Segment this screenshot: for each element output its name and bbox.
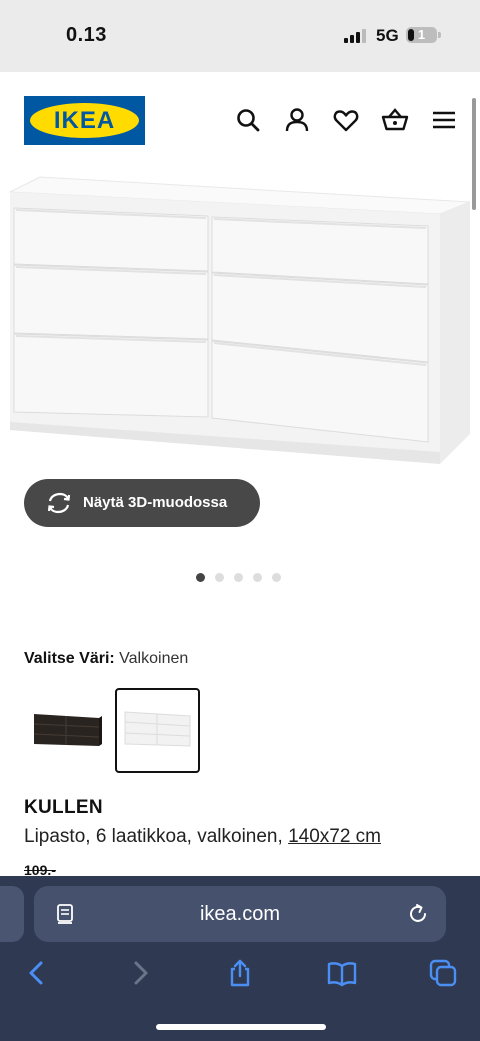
url-text: ikea.com — [199, 903, 281, 925]
heart-icon[interactable] — [332, 106, 360, 134]
status-bar: 0.13 5G 1 — [0, 0, 480, 72]
swatch-black-brown[interactable] — [24, 688, 109, 773]
product-description: Lipasto, 6 laatikkoa, valkoinen, 140x72 … — [24, 826, 381, 848]
battery-level: 1 — [417, 27, 426, 42]
share-icon[interactable] — [225, 958, 255, 988]
site-header: IKEA — [0, 72, 480, 172]
product-name: KULLEN — [24, 797, 103, 818]
carousel-dot[interactable] — [253, 573, 262, 582]
carousel-dot[interactable] — [234, 573, 243, 582]
address-bar[interactable]: ikea.com — [34, 886, 446, 942]
view-3d-button[interactable]: Näytä 3D-muodossa — [24, 479, 260, 527]
carousel-dots — [196, 573, 281, 582]
swatch-white[interactable] — [115, 688, 200, 773]
logo-text: IKEA — [53, 107, 116, 134]
product-image[interactable] — [0, 172, 480, 472]
drawer-fronts — [13, 207, 429, 443]
product-size-link[interactable]: 140x72 cm — [288, 826, 381, 847]
menu-icon[interactable] — [430, 106, 458, 134]
bookmarks-icon[interactable] — [327, 958, 357, 988]
color-value: Valkoinen — [119, 650, 189, 667]
previous-tab-peek[interactable] — [0, 886, 24, 942]
forward-icon[interactable] — [125, 958, 155, 988]
status-time: 0.13 — [66, 24, 107, 46]
color-selector-label: Valitse Väri: Valkoinen — [24, 650, 188, 668]
search-icon[interactable] — [234, 106, 262, 134]
product-description-text: Lipasto, 6 laatikkoa, valkoinen, — [24, 826, 283, 847]
tabs-icon[interactable] — [428, 958, 458, 988]
home-indicator[interactable] — [156, 1024, 326, 1030]
browser-toolbar: ikea.com — [0, 876, 480, 1041]
battery-tip — [438, 32, 441, 38]
battery-icon: 1 — [406, 27, 437, 43]
dresser-thumbnail-white — [124, 711, 191, 747]
user-icon[interactable] — [283, 106, 311, 134]
dresser-thumbnail-dark — [33, 714, 102, 746]
color-label: Valitse Väri: — [24, 650, 115, 667]
view-3d-label: Näytä 3D-muodossa — [83, 494, 228, 511]
signal-icon — [344, 28, 366, 43]
cart-icon[interactable] — [381, 106, 409, 134]
carousel-dot[interactable] — [215, 573, 224, 582]
carousel-dot[interactable] — [272, 573, 281, 582]
rotate-3d-icon — [47, 492, 71, 514]
ikea-logo[interactable]: IKEA — [24, 96, 145, 145]
carousel-dot[interactable] — [196, 573, 205, 582]
network-label: 5G — [376, 26, 399, 45]
back-icon[interactable] — [22, 958, 52, 988]
page: 0.13 5G 1 IKEA Näytä 3D-muodossa Valitse… — [0, 0, 480, 1041]
reload-icon[interactable] — [406, 902, 430, 926]
